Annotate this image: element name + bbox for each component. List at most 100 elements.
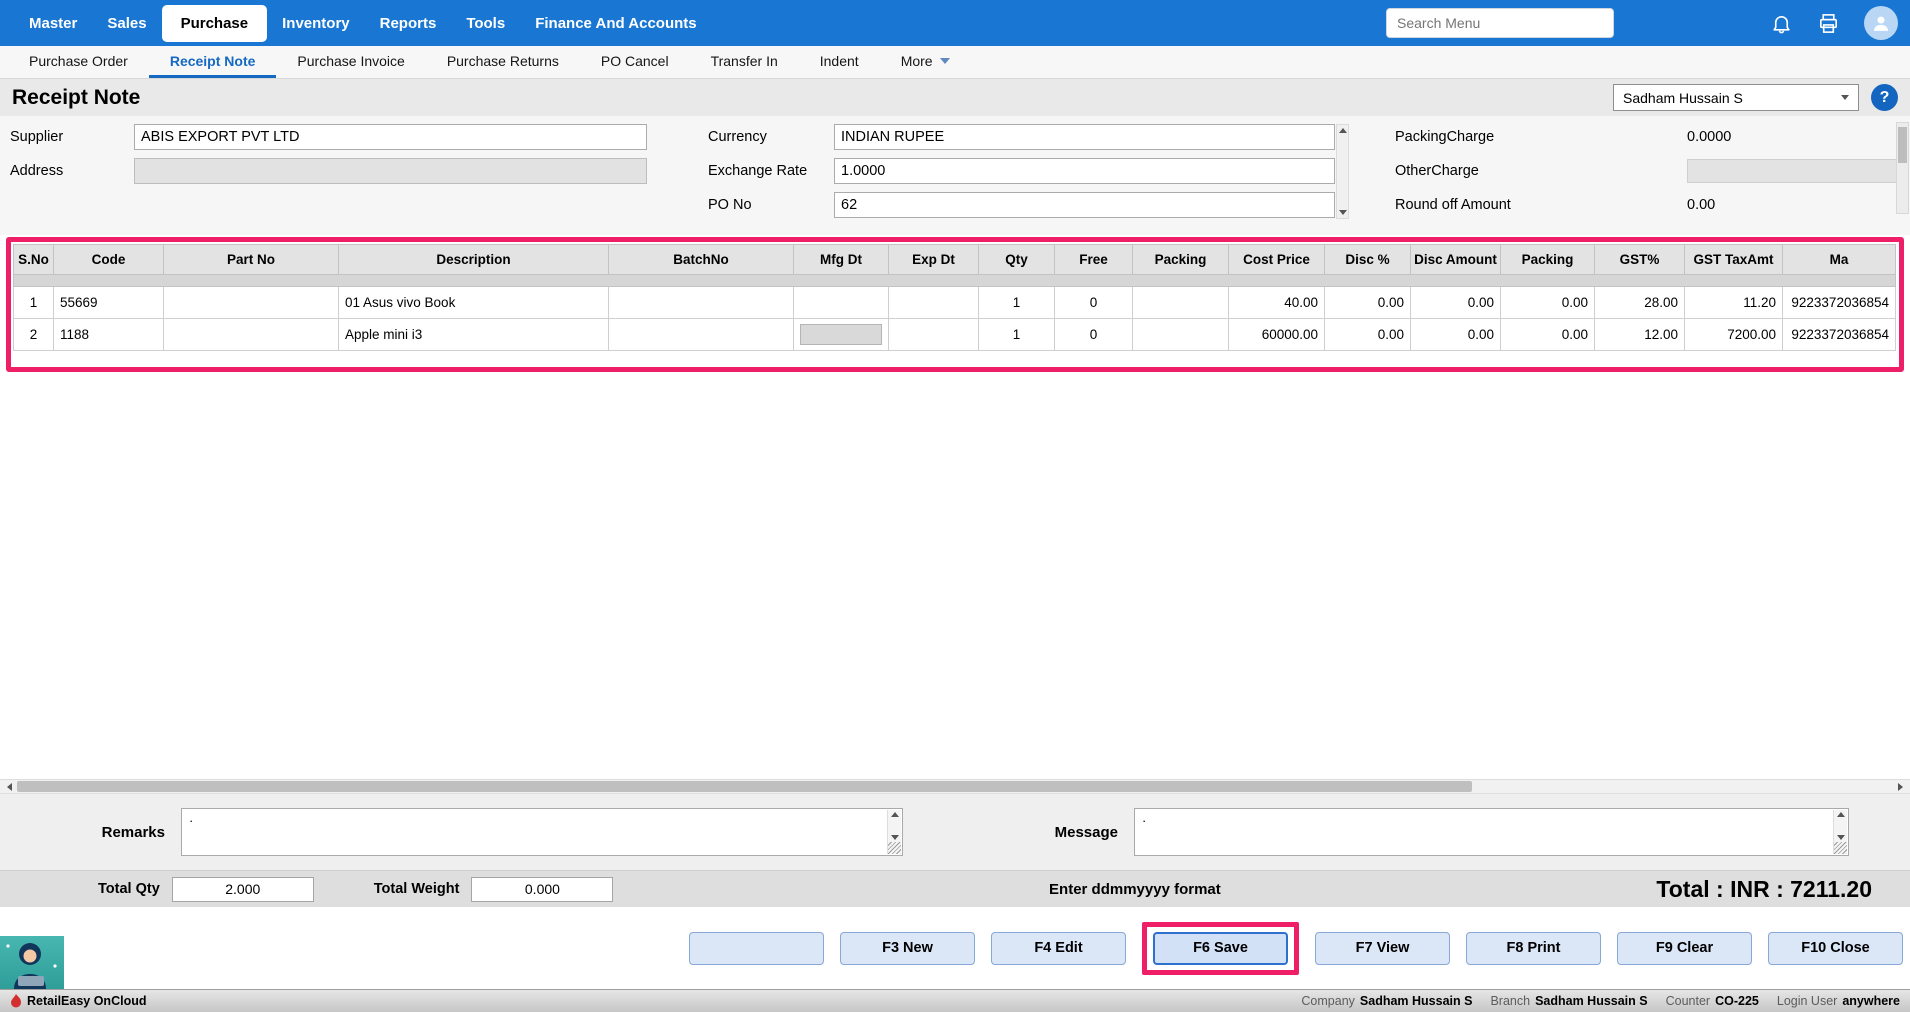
cell-disc-amount[interactable]: 0.00 [1410,286,1501,319]
cell-packing-2[interactable]: 0.00 [1500,286,1595,319]
nav-item-purchase[interactable]: Purchase [161,4,268,42]
grid-spacer-row [13,274,1896,287]
total-weight-input[interactable] [471,876,614,902]
cell-code[interactable]: 1188 [53,318,164,351]
cell-qty[interactable]: 1 [978,318,1055,351]
cell-sno[interactable]: 1 [13,286,54,319]
currency-input[interactable] [834,123,1335,150]
printer-icon[interactable] [1817,12,1840,35]
subnav-item-purchase-invoice[interactable]: Purchase Invoice [276,46,425,78]
empty-workspace [0,372,1910,779]
f3-new-button[interactable]: F3 New [840,931,975,965]
f4-edit-button[interactable]: F4 Edit [991,931,1126,965]
cell-description[interactable]: 01 Asus vivo Book [338,286,609,319]
chevron-down-icon [1841,95,1849,100]
address-input[interactable] [134,157,647,184]
cell-batchno[interactable] [608,286,794,319]
cell-packing[interactable] [1132,318,1229,351]
nav-item-inventory[interactable]: Inventory [267,7,365,40]
nav-item-master[interactable]: Master [14,7,92,40]
cell-packing[interactable] [1132,286,1229,319]
total-qty-input[interactable] [171,876,314,902]
cell-code[interactable]: 55669 [53,286,164,319]
resize-grip-icon[interactable] [888,842,901,854]
f10-close-button[interactable]: F10 Close [1768,931,1903,965]
scroll-down-icon[interactable] [1338,210,1347,215]
cell-description[interactable]: Apple mini i3 [338,318,609,351]
charges-scrollbar[interactable] [1336,124,1349,219]
annotation-table-highlight: S.No Code Part No Description BatchNo Mf… [6,237,1904,372]
scroll-up-icon[interactable] [1836,812,1845,817]
scroll-down-icon[interactable] [890,835,899,840]
nav-item-finance[interactable]: Finance And Accounts [520,7,711,40]
cell-exp-dt[interactable] [888,318,979,351]
nav-item-sales[interactable]: Sales [92,7,161,40]
f6-save-button[interactable]: F6 Save [1153,931,1288,965]
subnav-item-indent[interactable]: Indent [799,46,880,78]
f9-clear-button[interactable]: F9 Clear [1617,931,1752,965]
cell-part-no[interactable] [163,286,339,319]
horizontal-scrollbar[interactable] [0,779,1910,794]
remarks-textarea[interactable]: · [181,808,903,856]
nav-item-tools[interactable]: Tools [451,7,520,40]
cell-mfg-dt[interactable] [793,286,889,319]
scroll-up-icon[interactable] [890,812,899,817]
cell-ma[interactable]: 9223372036854 [1782,318,1896,351]
employee-select[interactable]: Sadham Hussain S [1613,84,1859,111]
nav-item-reports[interactable]: Reports [365,7,452,40]
search-input[interactable] [1386,8,1614,38]
cell-sno[interactable]: 2 [13,318,54,351]
cell-disc-amount[interactable]: 0.00 [1410,318,1501,351]
cell-free[interactable]: 0 [1054,286,1133,319]
blank-button[interactable] [689,931,824,965]
cell-part-no[interactable] [163,318,339,351]
assistant-avatar[interactable] [0,936,64,989]
cell-packing-2[interactable]: 0.00 [1500,318,1595,351]
cell-gst-taxamt[interactable]: 7200.00 [1684,318,1783,351]
branch-label: Branch [1490,994,1531,1008]
notification-bell-icon[interactable] [1770,12,1793,35]
subnav-item-po-cancel[interactable]: PO Cancel [580,46,690,78]
user-avatar[interactable] [1864,6,1898,40]
date-entry-cell[interactable] [800,324,882,345]
po-no-input[interactable] [834,191,1335,218]
cell-qty[interactable]: 1 [978,286,1055,319]
packing-charge-label: PackingCharge [1395,128,1495,145]
cell-exp-dt[interactable] [888,286,979,319]
cell-gst-taxamt[interactable]: 11.20 [1684,286,1783,319]
subnav-item-more[interactable]: More [880,46,971,78]
cell-free[interactable]: 0 [1054,318,1133,351]
cell-gst-pct[interactable]: 28.00 [1594,286,1685,319]
cell-ma[interactable]: 9223372036854 [1782,286,1896,319]
cell-cost-price[interactable]: 40.00 [1228,286,1325,319]
subnav-item-receipt-note[interactable]: Receipt Note [148,46,277,78]
f7-view-button[interactable]: F7 View [1315,931,1450,965]
scroll-up-icon[interactable] [1338,128,1347,133]
employee-select-value: Sadham Hussain S [1623,89,1743,106]
form-right-scrollbar[interactable] [1896,122,1909,214]
supplier-input[interactable] [134,123,647,150]
f8-print-button[interactable]: F8 Print [1466,931,1601,965]
grid-header-row: S.No Code Part No Description BatchNo Mf… [13,244,1896,275]
subnav-item-purchase-returns[interactable]: Purchase Returns [426,46,580,78]
cell-batchno[interactable] [608,318,794,351]
cell-cost-price[interactable]: 60000.00 [1228,318,1325,351]
scrollbar-thumb[interactable] [17,781,1472,792]
cell-disc-pct[interactable]: 0.00 [1324,318,1411,351]
subnav-item-purchase-order[interactable]: Purchase Order [8,46,149,78]
cell-gst-pct[interactable]: 12.00 [1594,318,1685,351]
help-button[interactable]: ? [1871,84,1898,111]
exchange-rate-input[interactable] [834,157,1335,184]
col-header-sno: S.No [13,244,54,275]
subnav-item-transfer-in[interactable]: Transfer In [690,46,799,78]
scroll-down-icon[interactable] [1836,835,1845,840]
other-charge-input[interactable] [1687,158,1905,183]
subnav-item-label: Transfer In [710,52,778,69]
scroll-right-icon[interactable] [1893,780,1908,793]
scrollbar-thumb[interactable] [1898,127,1907,163]
cell-mfg-dt-focused[interactable] [793,318,889,351]
message-textarea[interactable]: · [1134,808,1849,856]
resize-grip-icon[interactable] [1834,842,1847,854]
scroll-left-icon[interactable] [2,780,17,793]
cell-disc-pct[interactable]: 0.00 [1324,286,1411,319]
